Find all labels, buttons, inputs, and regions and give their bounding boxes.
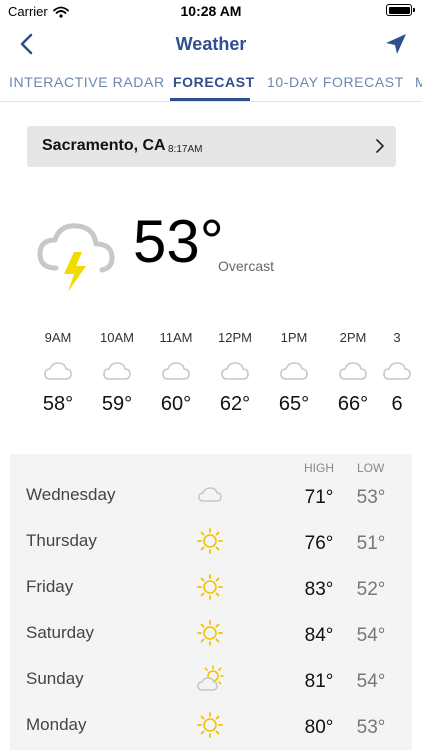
day-low: 54° — [356, 671, 386, 692]
location-selector[interactable]: Sacramento, CA 8:17AM — [27, 126, 396, 167]
status-bar: Carrier 10:28 AM — [0, 0, 422, 22]
day-name: Friday — [26, 577, 74, 596]
hour-temperature: 59° — [101, 393, 133, 415]
day-high: 76° — [304, 533, 334, 554]
hour-label: 10AM — [100, 330, 134, 345]
day-name: Wednesday — [26, 485, 116, 504]
hour-label: 3 — [393, 330, 401, 345]
hour-label: 11AM — [159, 330, 193, 345]
hourly-item: 10AM 59° — [92, 330, 142, 416]
cloud-icon — [339, 362, 367, 380]
cloud-icon — [383, 362, 411, 380]
current-condition: Overcast — [218, 258, 275, 274]
cloud-icon — [198, 487, 222, 502]
hour-label: 12PM — [218, 330, 252, 345]
day-name: Thursday — [26, 531, 97, 550]
hourly-item: 2PM 66° — [328, 330, 378, 416]
active-tab-indicator — [170, 98, 250, 101]
tab-bar: INTERACTIVE RADAR FORECAST 10-DAY FORECA… — [0, 68, 422, 102]
cloud-icon — [280, 362, 308, 380]
daily-row: Sunday 81° 54° — [10, 657, 412, 703]
tab-10-day-forecast[interactable]: 10-DAY FORECAST — [267, 74, 404, 90]
status-time: 10:28 AM — [180, 3, 242, 19]
page-title: Weather — [175, 34, 247, 54]
hour-temperature: 6 — [391, 393, 403, 415]
hourly-item: 1PM 65° — [269, 330, 319, 416]
hour-label: 9AM — [44, 330, 72, 345]
cloud-icon — [221, 362, 249, 380]
hourly-item: 12PM 62° — [210, 330, 260, 416]
partly-cloudy-icon — [197, 665, 224, 691]
daily-forecast: HIGH LOW Wednesday 71° 53° Thursday 76° … — [10, 454, 412, 750]
hour-temperature: 58° — [42, 393, 74, 415]
location-local-time: 8:17AM — [168, 144, 203, 155]
cloud-icon — [162, 362, 190, 380]
navigation-bar: Weather — [0, 22, 422, 66]
hour-label: 2PM — [339, 330, 367, 345]
current-temperature: 53° — [133, 208, 224, 275]
daily-row: Monday 80° 53° — [10, 703, 412, 749]
cloud-icon — [44, 362, 72, 380]
day-high: 84° — [304, 625, 334, 646]
day-high: 83° — [304, 579, 334, 600]
hourly-item: 9AM 58° — [33, 330, 83, 416]
day-name: Sunday — [26, 669, 84, 688]
hour-temperature: 66° — [337, 393, 369, 415]
cloud-icon — [103, 362, 131, 380]
thunderstorm-icon — [37, 223, 115, 292]
day-high: 80° — [304, 717, 334, 738]
daily-row: Saturday 84° 54° — [10, 611, 412, 657]
sun-icon — [197, 574, 223, 600]
day-low: 52° — [356, 579, 386, 600]
day-high: 71° — [304, 487, 334, 508]
day-low: 54° — [356, 625, 386, 646]
tab-forecast[interactable]: FORECAST — [173, 74, 255, 90]
daily-row: Friday 83° 52° — [10, 565, 412, 611]
hour-temperature: 62° — [219, 393, 251, 415]
battery-icon — [386, 4, 415, 16]
tab-interactive-radar[interactable]: INTERACTIVE RADAR — [9, 74, 165, 90]
day-low: 53° — [356, 717, 386, 738]
tab-overflow[interactable]: M — [415, 74, 422, 90]
location-city: Sacramento, CA — [42, 137, 166, 154]
day-low: 53° — [356, 487, 386, 508]
daily-row: Thursday 76° 51° — [10, 519, 412, 565]
hourly-item: 11AM 60° — [151, 330, 201, 416]
day-low: 51° — [356, 533, 386, 554]
daily-row: Wednesday 71° 53° — [10, 473, 412, 519]
hourly-item: 3 6 — [372, 330, 422, 416]
sun-icon — [197, 712, 223, 738]
chevron-right-icon — [376, 139, 384, 153]
day-name: Monday — [26, 715, 87, 734]
hourly-forecast[interactable]: 9AM 58° 10AM 59° 11AM 60° 12PM 62° 1PM 6… — [0, 330, 422, 430]
hour-temperature: 60° — [160, 393, 192, 415]
day-name: Saturday — [26, 623, 95, 642]
location-arrow-icon[interactable] — [382, 30, 410, 58]
sun-icon — [197, 528, 223, 554]
hour-temperature: 65° — [278, 393, 310, 415]
day-high: 81° — [304, 671, 334, 692]
hour-label: 1PM — [280, 330, 308, 345]
sun-icon — [197, 620, 223, 646]
